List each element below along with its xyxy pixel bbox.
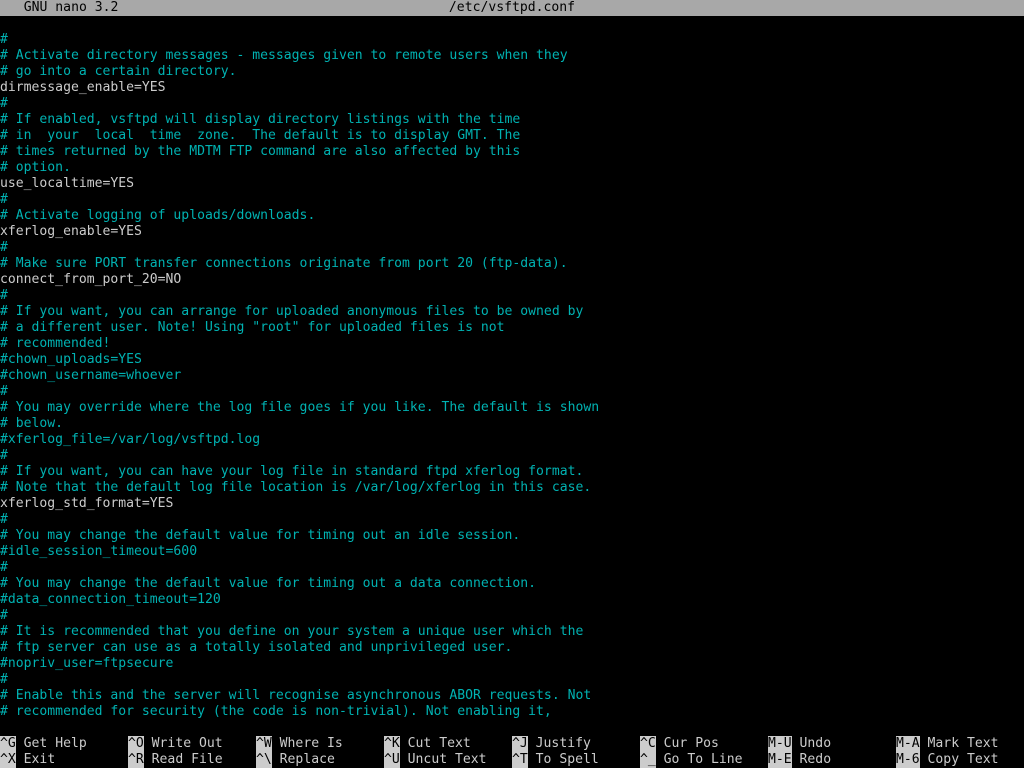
shortcut-item[interactable]: ^C Cur Pos [640,736,768,752]
shortcut-key: ^T [512,752,528,768]
title-bar: GNU nano 3.2 /etc/vsftpd.conf [0,0,1024,16]
shortcut-label: To Spell [528,752,599,768]
editor-line: # Make sure PORT transfer connections or… [0,256,1024,272]
editor-line: # Activate logging of uploads/downloads. [0,208,1024,224]
editor-line: # [0,32,1024,48]
editor-line: #data_connection_timeout=120 [0,592,1024,608]
shortcut-label: Mark Text [920,736,999,752]
shortcut-label: Write Out [144,736,223,752]
shortcut-item[interactable]: M-U Undo [768,736,896,752]
shortcut-key: M-6 [896,752,920,768]
editor-line: # [0,240,1024,256]
editor-line: #chown_uploads=YES [0,352,1024,368]
editor-line: #nopriv_user=ftpsecure [0,656,1024,672]
editor-line: # [0,288,1024,304]
shortcut-label: Redo [792,752,831,768]
shortcut-key: ^C [640,736,656,752]
shortcut-label: Undo [792,736,831,752]
shortcut-key: M-A [896,736,920,752]
editor-line: #chown_username=whoever [0,368,1024,384]
shortcut-item[interactable]: ^T To Spell [512,752,640,768]
shortcut-label: Copy Text [920,752,999,768]
shortcut-item[interactable]: ^G Get Help [0,736,128,752]
shortcut-key: ^U [384,752,400,768]
shortcut-item[interactable]: M-A Mark Text [896,736,1024,752]
shortcut-item[interactable]: ^_ Go To Line [640,752,768,768]
shortcut-key: ^K [384,736,400,752]
editor-line: # It is recommended that you define on y… [0,624,1024,640]
shortcut-label: Exit [16,752,55,768]
shortcut-key: M-E [768,752,792,768]
shortcut-item[interactable]: M-6 Copy Text [896,752,1024,768]
editor-line: # [0,608,1024,624]
editor-line: xferlog_std_format=YES [0,496,1024,512]
editor-line: # [0,672,1024,688]
editor-line: # recommended! [0,336,1024,352]
editor-line: # [0,512,1024,528]
shortcut-key: ^_ [640,752,656,768]
editor-line: # below. [0,416,1024,432]
shortcut-item[interactable]: ^U Uncut Text [384,752,512,768]
shortcut-label: Cur Pos [656,736,719,752]
editor-line: # go into a certain directory. [0,64,1024,80]
shortcut-label: Read File [144,752,223,768]
editor-line: # You may change the default value for t… [0,528,1024,544]
editor-line: # If you want, you can arrange for uploa… [0,304,1024,320]
editor-line: # Note that the default log file locatio… [0,480,1024,496]
shortcut-item[interactable]: ^O Write Out [128,736,256,752]
editor-line: # You may override where the log file go… [0,400,1024,416]
shortcut-row-1: ^G Get Help^O Write Out^W Where Is^K Cut… [0,736,1024,752]
shortcut-label: Get Help [16,736,87,752]
editor-line: # [0,448,1024,464]
editor-line: # a different user. Note! Using "root" f… [0,320,1024,336]
shortcut-label: Where Is [272,736,343,752]
editor-line: # option. [0,160,1024,176]
shortcut-key: ^W [256,736,272,752]
editor-line: # recommended for security (the code is … [0,704,1024,720]
editor-line: # If you want, you can have your log fil… [0,464,1024,480]
editor-line: # times returned by the MDTM FTP command… [0,144,1024,160]
editor-line: # ftp server can use as a totally isolat… [0,640,1024,656]
shortcut-key: M-U [768,736,792,752]
shortcut-key: ^J [512,736,528,752]
shortcut-label: Uncut Text [400,752,487,768]
shortcut-label: Cut Text [400,736,471,752]
editor-line: connect_from_port_20=NO [0,272,1024,288]
shortcut-item[interactable]: ^K Cut Text [384,736,512,752]
shortcut-label: Justify [528,736,591,752]
file-path: /etc/vsftpd.conf [0,0,1024,16]
shortcut-row-2: ^X Exit^R Read File^\ Replace^U Uncut Te… [0,752,1024,768]
editor-line: dirmessage_enable=YES [0,80,1024,96]
shortcut-key: ^\ [256,752,272,768]
shortcut-item[interactable]: ^X Exit [0,752,128,768]
shortcut-key: ^R [128,752,144,768]
shortcut-item[interactable]: ^W Where Is [256,736,384,752]
shortcut-key: ^G [0,736,16,752]
editor-line: # Enable this and the server will recogn… [0,688,1024,704]
editor-line: # If enabled, vsftpd will display direct… [0,112,1024,128]
editor-line: use_localtime=YES [0,176,1024,192]
shortcut-item[interactable]: ^\ Replace [256,752,384,768]
editor-line: # Activate directory messages - messages… [0,48,1024,64]
editor-line: # in your local time zone. The default i… [0,128,1024,144]
shortcut-label: Replace [272,752,335,768]
shortcut-key: ^X [0,752,16,768]
shortcut-bar: ^G Get Help^O Write Out^W Where Is^K Cut… [0,736,1024,768]
editor-line: # [0,560,1024,576]
editor-line: # [0,384,1024,400]
editor-line: # You may change the default value for t… [0,576,1024,592]
shortcut-label: Go To Line [656,752,743,768]
shortcut-item[interactable]: ^J Justify [512,736,640,752]
editor-content[interactable]: ## Activate directory messages - message… [0,32,1024,720]
editor-line: #idle_session_timeout=600 [0,544,1024,560]
editor-line: # [0,96,1024,112]
shortcut-item[interactable]: ^R Read File [128,752,256,768]
editor-line: # [0,192,1024,208]
editor-line: #xferlog_file=/var/log/vsftpd.log [0,432,1024,448]
editor-line: xferlog_enable=YES [0,224,1024,240]
shortcut-item[interactable]: M-E Redo [768,752,896,768]
shortcut-key: ^O [128,736,144,752]
